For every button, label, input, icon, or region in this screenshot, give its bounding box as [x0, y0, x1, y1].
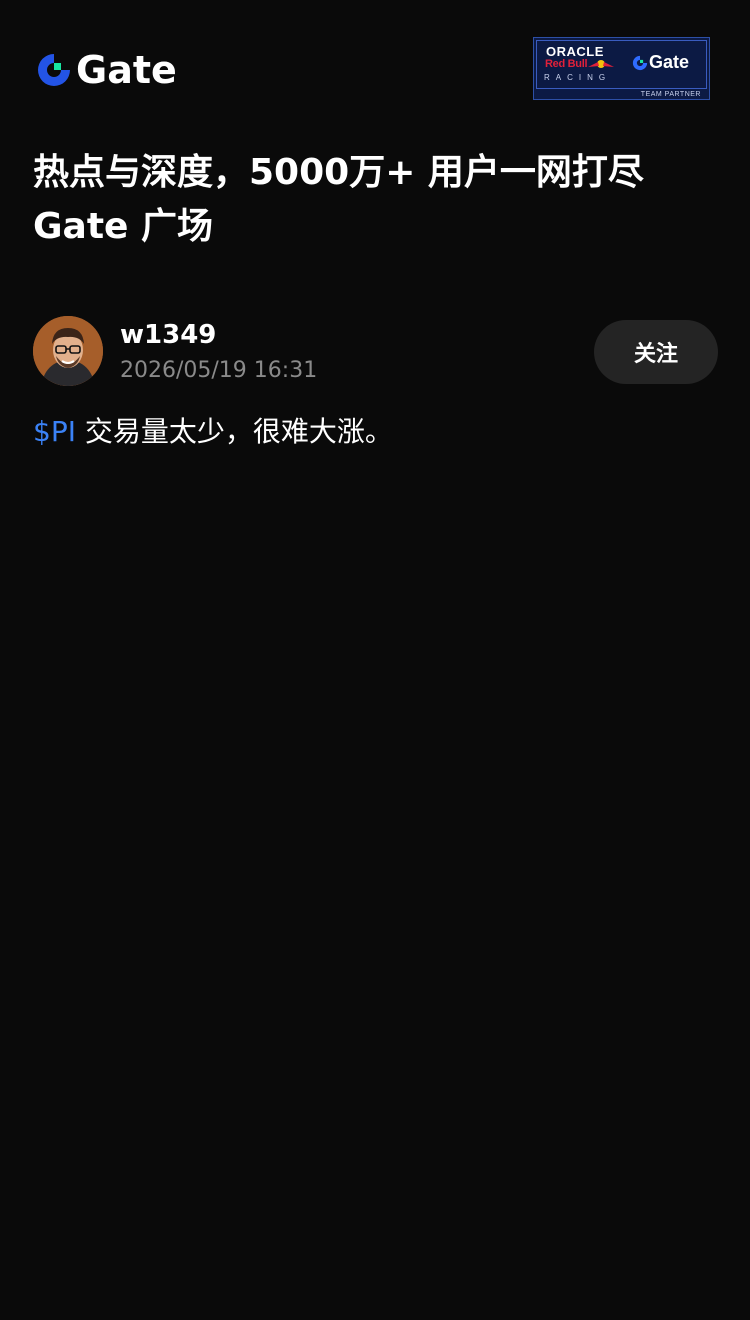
- partner-gate-text: Gate: [649, 52, 690, 72]
- headline-line-2: Gate 广场: [33, 206, 214, 247]
- partner-redbull-text: Red Bull: [545, 58, 588, 70]
- post-timestamp: 2026/05/19 16:31: [120, 358, 318, 383]
- user-avatar[interactable]: [33, 316, 103, 386]
- gate-logo[interactable]: Gate: [36, 50, 177, 90]
- avatar-portrait-icon: [33, 316, 103, 386]
- oracle-redbull-partner-badge: ORACLE Red Bull RACING Gate TEAM PARTNER: [533, 37, 710, 100]
- page-header: Gate ORACLE Red Bull RACING Gate TEAM PA…: [0, 0, 750, 140]
- post-content: $PI 交易量太少，很难大涨。: [33, 410, 718, 454]
- post-author-row: w1349 2026/05/19 16:31 关注: [33, 316, 718, 388]
- partner-gate-logo: Gate: [632, 52, 689, 73]
- gate-mini-icon: [632, 55, 648, 70]
- redbull-bulls-icon: [588, 60, 614, 68]
- gate-square-post-page: Gate ORACLE Red Bull RACING Gate TEAM PA…: [0, 0, 750, 1320]
- follow-button[interactable]: 关注: [594, 320, 718, 384]
- partner-oracle-text: ORACLE: [546, 44, 604, 59]
- ticker-link[interactable]: $PI: [33, 415, 76, 448]
- post-text: 交易量太少，很难大涨。: [84, 415, 393, 448]
- author-name[interactable]: w1349: [120, 318, 216, 352]
- page-headline: 热点与深度，5000万+ 用户一网打尽 Gate 广场: [33, 146, 723, 254]
- team-partner-text: TEAM PARTNER: [640, 91, 701, 98]
- headline-line-1: 热点与深度，5000万+ 用户一网打尽: [33, 152, 644, 193]
- partner-racing-text: RACING: [544, 73, 612, 82]
- gate-logo-icon: [38, 54, 70, 86]
- gate-logo-text: Gate: [76, 48, 177, 92]
